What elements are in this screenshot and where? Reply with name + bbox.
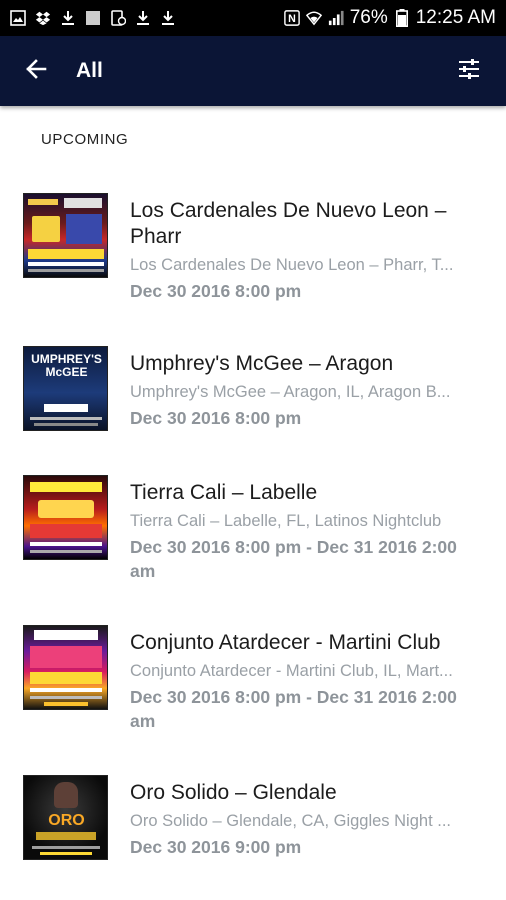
event-date: Dec 30 2016 9:00 pm: [130, 837, 302, 857]
clock: 12:25 AM: [415, 7, 496, 28]
signal-icon: [328, 10, 344, 26]
event-date: Dec 30 2016 8:00 pm - Dec 31 2016 2:00 a…: [130, 687, 457, 731]
system-status: N 76% 12:25 AM: [283, 7, 496, 29]
svg-text:N: N: [288, 13, 296, 25]
event-title: Los Cardenales De Nuevo Leon – Pharr: [130, 199, 447, 248]
download-icon: [160, 10, 176, 26]
gallery-icon: [10, 10, 26, 26]
event-title: Conjunto Atardecer - Martini Club: [130, 631, 441, 654]
notification-icons: [10, 10, 176, 26]
event-subtitle: Oro Solido – Glendale, CA, Giggles Night…: [130, 812, 451, 830]
nfc-icon: N: [283, 10, 300, 26]
event-poster: [23, 475, 108, 560]
tune-icon: [458, 58, 480, 84]
poster-title: UMPHREY'S McGEE: [31, 352, 102, 379]
arrow-left-icon: [25, 58, 47, 85]
event-subtitle: Conjunto Atardecer - Martini Club, IL, M…: [130, 662, 453, 680]
download-icon: [135, 10, 151, 26]
image-placeholder-icon: [85, 10, 101, 26]
event-poster: UMPHREY'S McGEE: [23, 346, 108, 431]
section-header-upcoming: UPCOMING: [41, 131, 129, 148]
event-date: Dec 30 2016 8:00 pm: [130, 281, 302, 301]
event-date: Dec 30 2016 8:00 pm: [130, 408, 302, 428]
event-title: Oro Solido – Glendale: [130, 781, 337, 804]
event-subtitle: Los Cardenales De Nuevo Leon – Pharr, T.…: [130, 256, 454, 274]
app-bar: All: [0, 36, 506, 106]
page-title: All: [76, 59, 103, 82]
wifi-icon: [305, 10, 322, 26]
event-subtitle: Tierra Cali – Labelle, FL, Latinos Night…: [130, 512, 442, 530]
event-title: Tierra Cali – Labelle: [130, 481, 318, 504]
event-poster: [23, 625, 108, 710]
event-date: Dec 30 2016 8:00 pm - Dec 31 2016 2:00 a…: [130, 537, 457, 581]
battery-percent: 76%: [349, 7, 388, 28]
dropbox-icon: [35, 10, 51, 26]
filter-button[interactable]: [449, 51, 489, 91]
back-button[interactable]: [16, 51, 56, 91]
event-subtitle: Umphrey's McGee – Aragon, IL, Aragon B..…: [130, 383, 451, 401]
device-sync-icon: [110, 10, 126, 26]
event-poster: [23, 193, 108, 278]
download-icon: [60, 10, 76, 26]
event-title: Umphrey's McGee – Aragon: [130, 352, 394, 375]
battery-icon: [394, 9, 410, 27]
status-bar: N 76% 12:25 AM: [0, 0, 506, 36]
poster-title: ORO: [48, 812, 85, 829]
event-poster: ORO: [23, 775, 108, 860]
